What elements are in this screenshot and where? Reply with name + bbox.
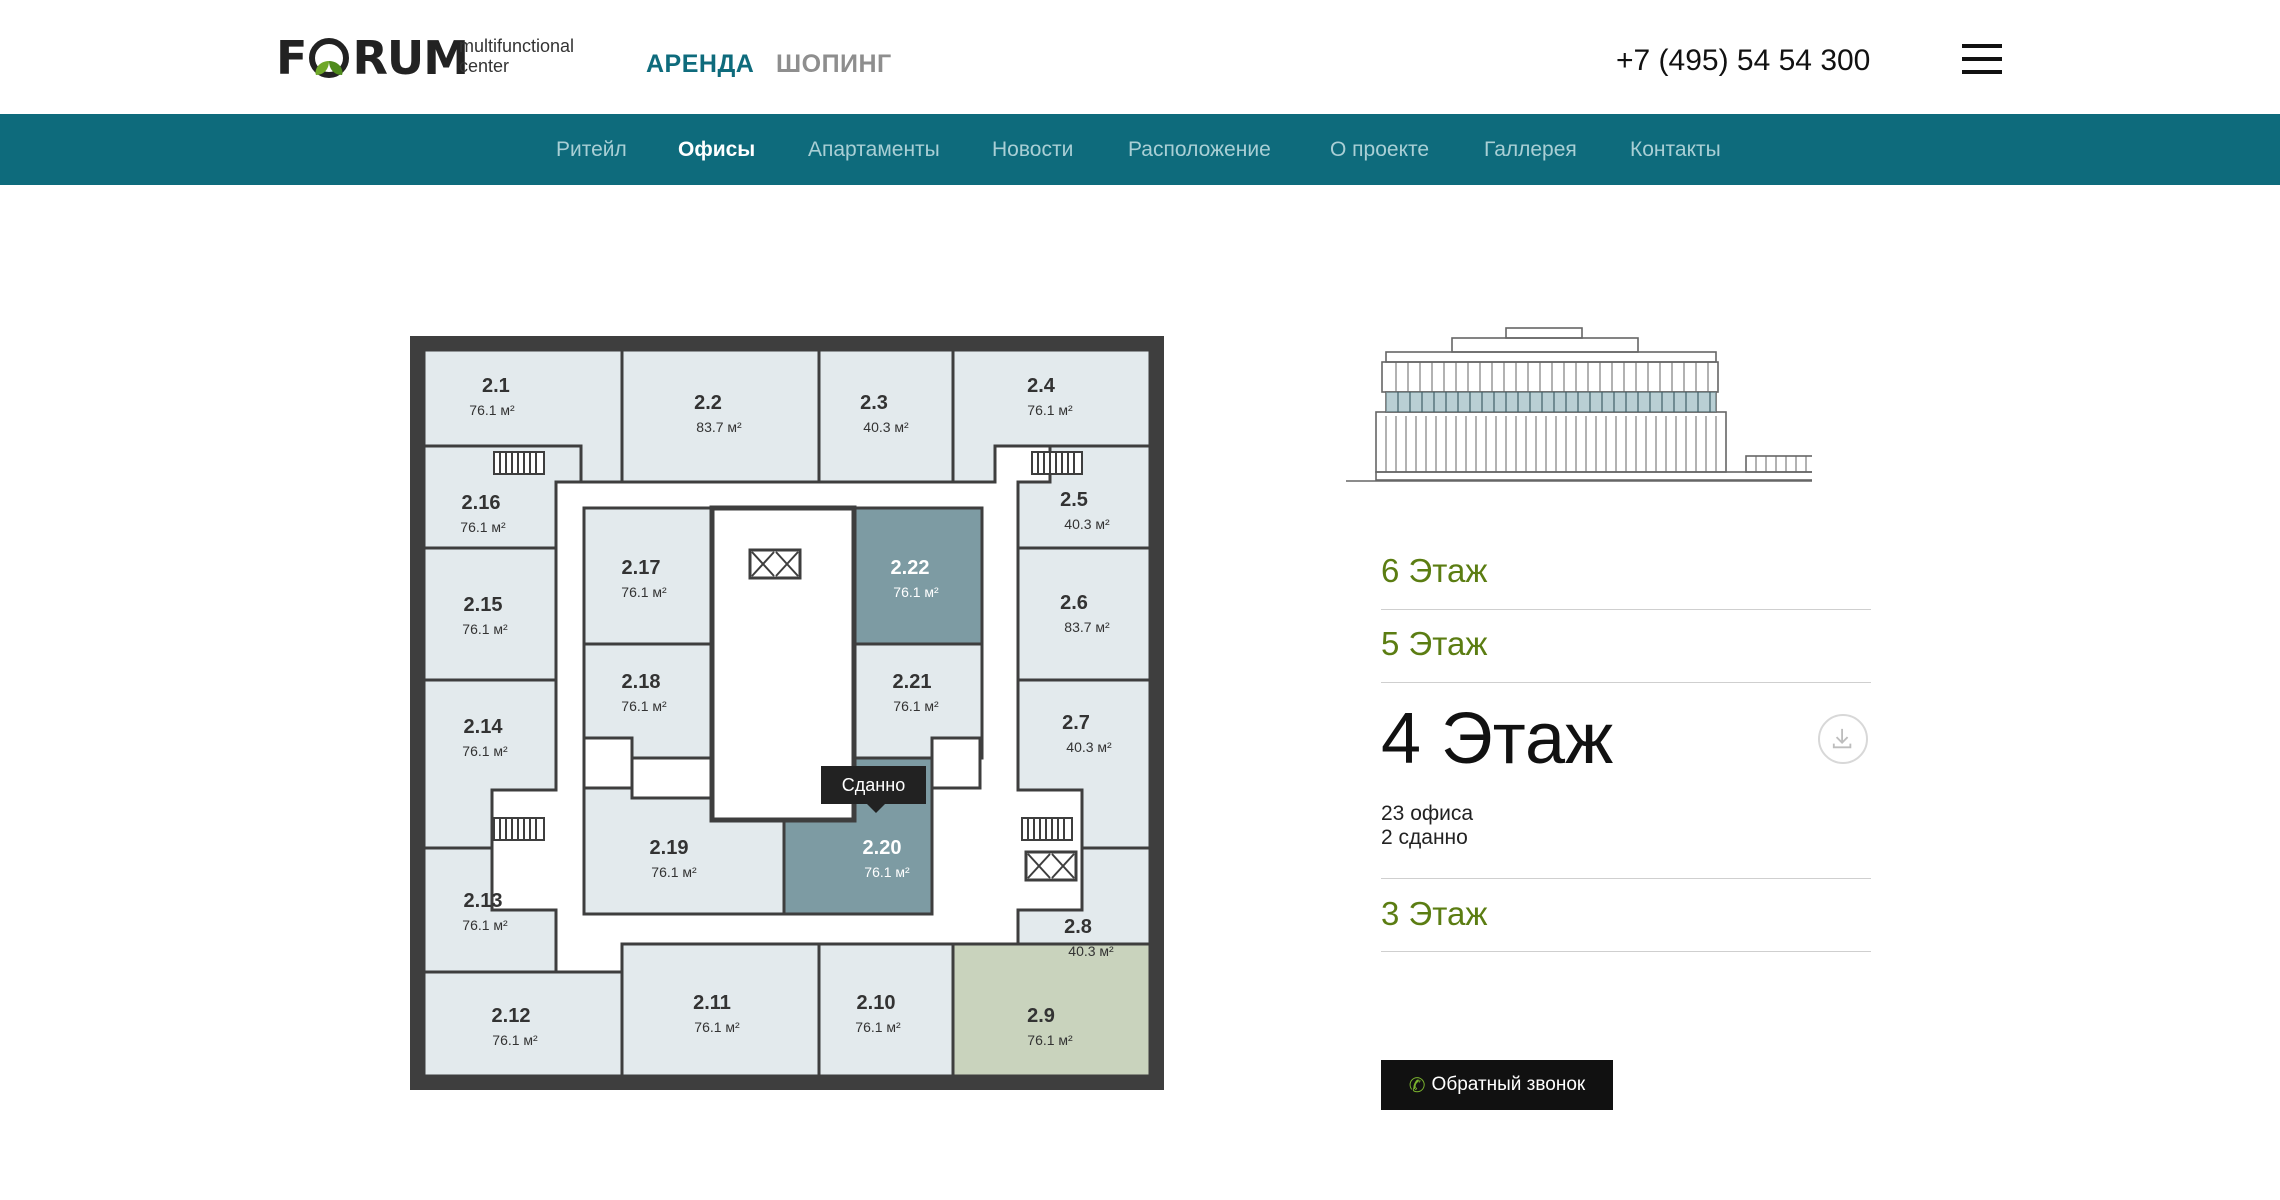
room-number-2.18: 2.18 xyxy=(622,671,661,693)
room-number-2.12: 2.12 xyxy=(492,1005,531,1027)
room-area-2.21: 76.1 м² xyxy=(893,698,939,714)
room-area-2.13: 76.1 м² xyxy=(462,917,508,933)
nav-item-offices[interactable]: Офисы xyxy=(678,138,755,162)
room-number-2.11: 2.11 xyxy=(693,992,731,1014)
room-number-2.9: 2.9 xyxy=(1027,1005,1055,1027)
floor-divider xyxy=(1381,682,1871,683)
room-number-2.7: 2.7 xyxy=(1062,712,1090,734)
room-area-2.4: 76.1 м² xyxy=(1027,402,1073,418)
room-number-2.20: 2.20 xyxy=(863,837,902,859)
room-area-2.7: 40.3 м² xyxy=(1066,739,1112,755)
service-room-right xyxy=(930,736,982,790)
room-number-2.16: 2.16 xyxy=(462,492,501,514)
room-2.3[interactable] xyxy=(817,348,955,484)
room-area-2.2: 83.7 м² xyxy=(696,419,742,435)
room-number-2.2: 2.2 xyxy=(694,392,722,414)
building-elevation-icon xyxy=(1346,327,1812,482)
phone-number[interactable]: +7 (495) 54 54 300 xyxy=(1616,44,1870,78)
room-2.2[interactable] xyxy=(620,348,821,484)
room-number-2.14: 2.14 xyxy=(464,716,504,738)
room-area-2.16: 76.1 м² xyxy=(460,519,506,535)
room-number-2.17: 2.17 xyxy=(622,557,661,579)
offices-count: 23 офиса xyxy=(1381,802,1474,825)
nav-shopping-link[interactable]: ШОПИНГ xyxy=(776,50,892,79)
logo-leaf-icon xyxy=(309,38,350,78)
nav-rent-link[interactable]: АРЕНДА xyxy=(646,50,754,79)
room-area-2.12: 76.1 м² xyxy=(492,1032,538,1048)
room-number-2.3: 2.3 xyxy=(860,392,888,414)
room-number-2.19: 2.19 xyxy=(650,837,689,859)
nav-item-apartments[interactable]: Апартаменты xyxy=(808,138,940,162)
room-number-2.6: 2.6 xyxy=(1060,592,1088,614)
nav-item-news[interactable]: Новости xyxy=(992,138,1073,162)
floor-divider xyxy=(1381,951,1871,952)
room-area-2.20: 76.1 м² xyxy=(864,864,910,880)
room-area-2.8: 40.3 м² xyxy=(1068,943,1114,959)
logo-subtitle: multifunctional center xyxy=(459,36,574,76)
floor-divider xyxy=(1381,609,1871,610)
room-area-2.22: 76.1 м² xyxy=(893,584,939,600)
logo-text-right: RUM xyxy=(352,31,469,85)
floor-plan: 2.1 76.1 м² 2.2 83.7 м² 2.3 40.3 м² 2.4 … xyxy=(410,336,1164,1090)
floor-5-link[interactable]: 5 Этаж xyxy=(1381,625,1871,663)
room-area-2.10: 76.1 м² xyxy=(855,1019,901,1035)
hamburger-menu-icon[interactable] xyxy=(1962,44,2002,74)
room-number-2.1: 2.1 xyxy=(482,375,510,397)
floor-6-link[interactable]: 6 Этаж xyxy=(1381,552,1871,590)
room-number-2.22: 2.22 xyxy=(891,557,930,579)
room-number-2.4: 2.4 xyxy=(1027,375,1056,397)
room-area-2.18: 76.1 м² xyxy=(621,698,667,714)
rented-count: 2 сданно xyxy=(1381,826,1468,849)
room-area-2.19: 76.1 м² xyxy=(651,864,697,880)
phone-icon: ✆ xyxy=(1408,1074,1426,1097)
nav-item-contacts[interactable]: Контакты xyxy=(1630,138,1721,162)
nav-item-gallery[interactable]: Галлерея xyxy=(1484,138,1577,162)
room-area-2.9: 76.1 м² xyxy=(1027,1032,1073,1048)
site-header: F RUM multifunctional center АРЕНДА ШОПИ… xyxy=(0,0,2280,114)
nav-item-retail[interactable]: Ритейл xyxy=(556,138,627,162)
room-number-2.15: 2.15 xyxy=(464,594,503,616)
nav-item-location[interactable]: Расположение xyxy=(1128,138,1271,162)
floor-divider xyxy=(1381,878,1871,879)
room-area-2.5: 40.3 м² xyxy=(1064,516,1110,532)
service-room-left xyxy=(582,736,634,790)
callback-label: Обратный звонок xyxy=(1431,1074,1586,1095)
room-2.6[interactable] xyxy=(1016,546,1152,682)
floor-3-link[interactable]: 3 Этаж xyxy=(1381,895,1871,933)
rented-tooltip: Сданно xyxy=(821,766,926,813)
logo-text-left: F xyxy=(276,31,307,85)
forum-logo[interactable]: F RUM xyxy=(276,30,469,86)
room-area-2.3: 40.3 м² xyxy=(863,419,909,435)
download-icon[interactable] xyxy=(1818,714,1868,764)
room-number-2.13: 2.13 xyxy=(464,890,503,912)
room-number-2.21: 2.21 xyxy=(893,671,932,693)
logo-sub-line-1: multifunctional xyxy=(459,36,575,56)
logo-sub-line-2: center xyxy=(459,56,510,76)
room-area-2.17: 76.1 м² xyxy=(621,584,667,600)
room-number-2.10: 2.10 xyxy=(857,992,896,1014)
room-area-2.14: 76.1 м² xyxy=(462,743,508,759)
current-floor-title: 4 Этаж xyxy=(1381,699,1614,779)
room-area-2.15: 76.1 м² xyxy=(462,621,508,637)
room-area-2.11: 76.1 м² xyxy=(694,1019,740,1035)
room-area-2.6: 83.7 м² xyxy=(1064,619,1110,635)
section-navbar: Ритейл Офисы Апартаменты Новости Располо… xyxy=(0,114,2280,185)
room-area-2.1: 76.1 м² xyxy=(469,402,515,418)
nav-item-about[interactable]: О проекте xyxy=(1330,138,1429,162)
room-number-2.5: 2.5 xyxy=(1060,489,1088,511)
room-number-2.8: 2.8 xyxy=(1064,916,1092,938)
callback-button[interactable]: ✆ Обратный звонок xyxy=(1381,1060,1613,1110)
